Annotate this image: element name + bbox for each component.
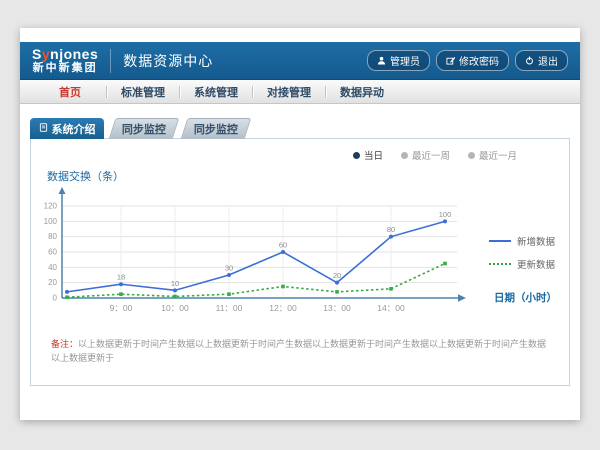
- svg-text:0: 0: [53, 294, 58, 303]
- header-divider: [110, 49, 111, 73]
- edit-icon: [446, 56, 455, 65]
- svg-text:10: 10: [171, 279, 179, 288]
- range-option-label: 当日: [364, 148, 383, 162]
- svg-text:80: 80: [387, 225, 395, 234]
- footnote: 备注：以上数据更新于时间产生数据以上数据更新于时间产生数据以上数据更新于时间产生…: [51, 338, 549, 365]
- app-title: 数据资源中心: [123, 51, 213, 71]
- nav-item-data-change[interactable]: 数据异动: [326, 84, 398, 100]
- tab-system-intro[interactable]: 系统介绍: [30, 118, 104, 139]
- logo-wordmark: Synjones: [32, 47, 98, 61]
- company-logo: Synjones 新中新集团: [32, 47, 98, 74]
- y-axis-title: 数据交换（条）: [47, 168, 569, 184]
- range-option-last-month[interactable]: 最近一月: [468, 148, 517, 162]
- svg-text:10：00: 10：00: [161, 303, 189, 313]
- svg-text:80: 80: [48, 232, 57, 241]
- range-option-label: 最近一月: [479, 148, 517, 162]
- solid-line-swatch: [489, 240, 511, 242]
- admin-label: 管理员: [390, 53, 420, 68]
- svg-text:13：00: 13：00: [323, 303, 351, 313]
- svg-text:60: 60: [48, 248, 57, 257]
- logout-button[interactable]: 退出: [515, 50, 568, 71]
- svg-text:60: 60: [279, 241, 287, 250]
- nav-item-interface-management[interactable]: 对接管理: [253, 84, 325, 100]
- admin-button[interactable]: 管理员: [367, 50, 430, 71]
- tab-label: 系统介绍: [52, 121, 96, 137]
- chart-area: 0 20 40 60 80 100 120 9：00 10：00 11：00 12：00 13：00 1…: [37, 186, 569, 336]
- tab-sync-monitor-2[interactable]: 同步监控: [181, 118, 252, 139]
- page-top-strip: [20, 28, 580, 42]
- svg-text:11：00: 11：00: [216, 303, 243, 313]
- legend-label: 更新数据: [517, 257, 555, 271]
- change-password-label: 修改密码: [459, 53, 499, 68]
- radio-dot-icon: [353, 152, 360, 159]
- range-option-last-week[interactable]: 最近一周: [401, 148, 450, 162]
- legend-label: 新增数据: [517, 234, 555, 248]
- svg-text:40: 40: [48, 263, 57, 272]
- user-menu: 管理员 修改密码 退出: [367, 50, 568, 71]
- content-area: 系统介绍 同步监控 同步监控 当日 最近一周: [20, 104, 580, 386]
- tab-sync-monitor-1[interactable]: 同步监控: [109, 118, 180, 139]
- footnote-label: 备注：: [51, 339, 78, 349]
- tab-bar: 系统介绍 同步监控 同步监控: [30, 118, 570, 139]
- range-filter-group: 当日 最近一周 最近一月: [31, 139, 569, 162]
- document-icon: [39, 123, 48, 135]
- tab-label: 同步监控: [194, 121, 238, 137]
- range-option-today[interactable]: 当日: [353, 148, 383, 162]
- chart-panel: 当日 最近一周 最近一月 数据交换（条） 0 20 40 60 80 100 120 9：00…: [30, 138, 570, 386]
- radio-dot-icon: [401, 152, 408, 159]
- dotted-line-swatch: [489, 263, 511, 265]
- x-axis-title: 日期（小时）: [494, 290, 557, 305]
- tab-label: 同步监控: [122, 121, 166, 137]
- svg-text:20: 20: [333, 271, 341, 280]
- svg-text:100: 100: [439, 210, 452, 219]
- footnote-text: 以上数据更新于时间产生数据以上数据更新于时间产生数据以上数据更新于时间产生数据以…: [51, 339, 546, 363]
- range-option-label: 最近一周: [412, 148, 450, 162]
- nav-item-home[interactable]: 首页: [34, 84, 106, 100]
- desktop-background: Synjones 新中新集团 数据资源中心 管理员 修改密码: [0, 0, 600, 450]
- svg-text:100: 100: [44, 217, 58, 226]
- app-header: Synjones 新中新集团 数据资源中心 管理员 修改密码: [20, 42, 580, 80]
- svg-text:14：00: 14：00: [377, 303, 405, 313]
- logout-label: 退出: [538, 53, 558, 68]
- svg-text:12：00: 12：00: [269, 303, 297, 313]
- logo-part: njones: [50, 46, 98, 62]
- logo-accent: y: [42, 46, 50, 62]
- nav-item-system-management[interactable]: 系统管理: [180, 84, 252, 100]
- svg-text:30: 30: [225, 264, 233, 273]
- legend-entry-new-data[interactable]: 新增数据: [489, 234, 555, 248]
- radio-dot-icon: [468, 152, 475, 159]
- nav-item-standard-management[interactable]: 标准管理: [107, 84, 179, 100]
- svg-text:20: 20: [48, 278, 57, 287]
- series-legend: 新增数据 更新数据: [489, 234, 555, 271]
- app-window: Synjones 新中新集团 数据资源中心 管理员 修改密码: [20, 28, 580, 420]
- power-icon: [525, 56, 534, 65]
- logo-subtitle: 新中新集团: [32, 63, 98, 74]
- logo-part: S: [32, 46, 42, 62]
- user-icon: [377, 56, 386, 65]
- change-password-button[interactable]: 修改密码: [436, 50, 509, 71]
- svg-text:9：00: 9：00: [110, 303, 133, 313]
- main-navigation: 首页 标准管理 系统管理 对接管理 数据异动: [20, 80, 580, 104]
- svg-text:18: 18: [117, 273, 125, 282]
- line-chart: 0 20 40 60 80 100 120 9：00 10：00 11：00 12：00 13：00 1…: [37, 186, 477, 326]
- svg-text:120: 120: [44, 202, 58, 211]
- legend-entry-updated-data[interactable]: 更新数据: [489, 257, 555, 271]
